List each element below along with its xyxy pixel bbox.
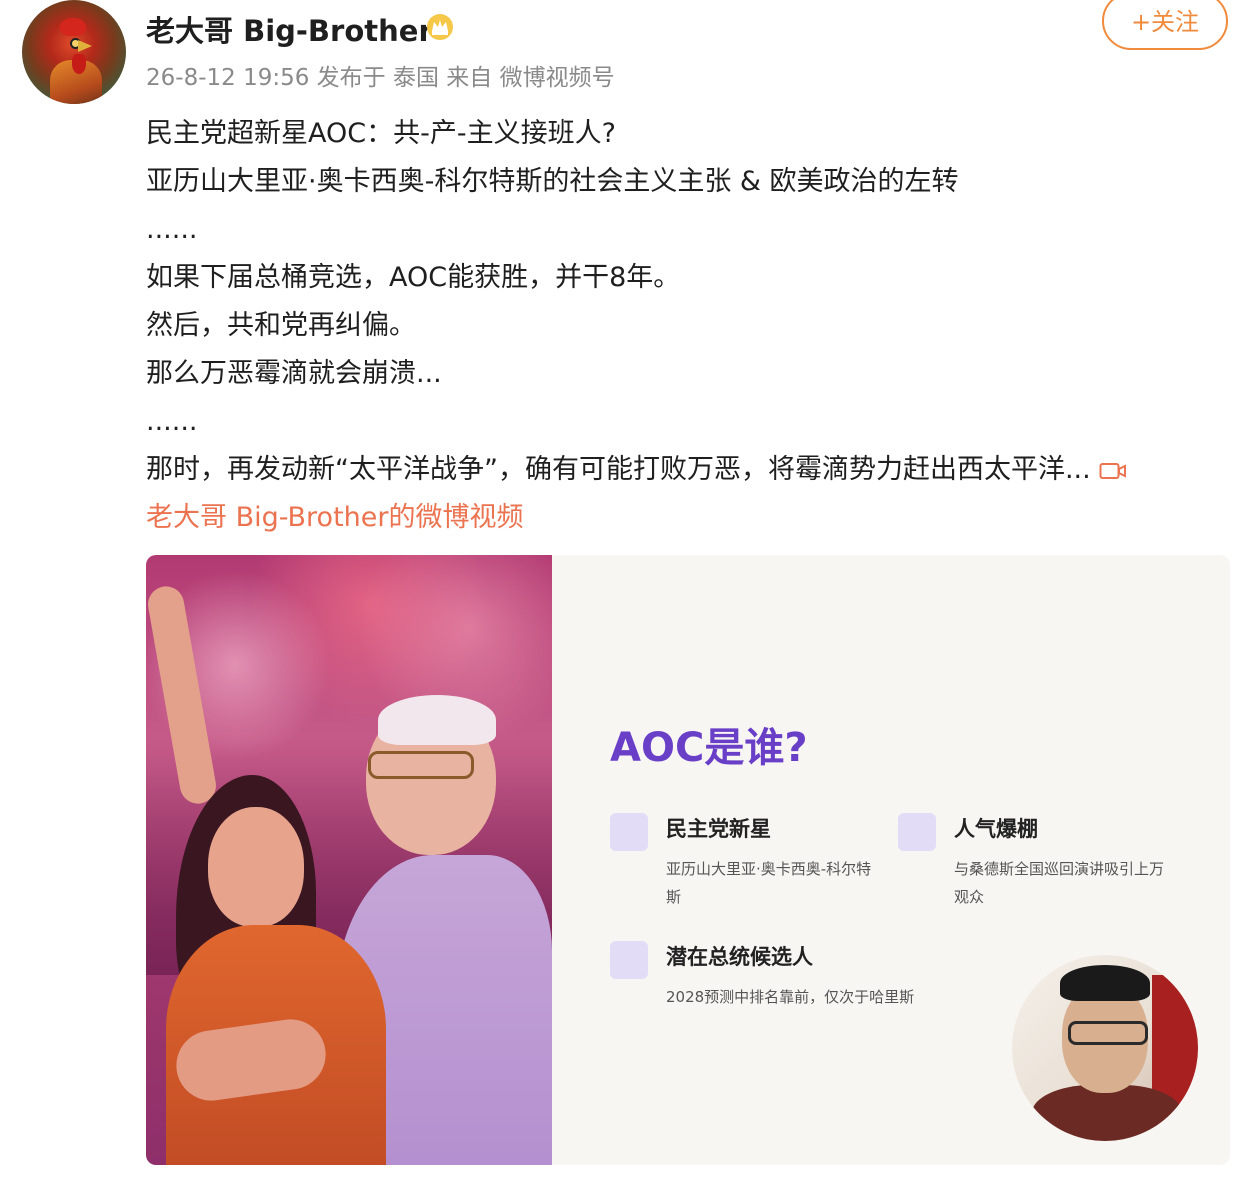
- video-player[interactable]: AOC是谁? 民主党新星 亚历山大里亚·奥卡西奥-科尔特斯 人气爆棚 与桑德斯全…: [146, 555, 1230, 1165]
- card-text: 亚历山大里亚·奥卡西奥-科尔特斯: [666, 860, 872, 906]
- post-line: ......: [146, 214, 198, 245]
- card-icon-box: [610, 813, 648, 851]
- card-heading: 民主党新星: [666, 817, 771, 841]
- woman-face: [208, 807, 304, 927]
- presenter-hair: [1060, 965, 1150, 1001]
- slide-photo: [146, 555, 552, 1165]
- video-source-link[interactable]: 老大哥 Big-Brother的微博视频: [146, 494, 1226, 542]
- rooster-wattle: [72, 54, 86, 74]
- presenter-webcam: [1012, 955, 1198, 1141]
- man-glasses: [368, 751, 474, 779]
- presenter-shirt: [1032, 1085, 1182, 1141]
- post-line-last: 那时，再发动新“太平洋战争”，确有可能打败万恶，将霉滴势力赶出西太平洋...: [146, 446, 1226, 494]
- slide-title: AOC是谁?: [610, 725, 808, 771]
- card-icon-box: [898, 813, 936, 851]
- post-line: ......: [146, 406, 198, 437]
- post-line: 民主党超新星AOC：共-产-主义接班人?: [146, 118, 616, 149]
- video-icon[interactable]: [1099, 461, 1127, 481]
- post-line: 然后，共和党再纠偏。: [146, 310, 416, 341]
- follow-button[interactable]: +关注: [1102, 0, 1228, 50]
- card-text: 与桑德斯全国巡回演讲吸引上万观众: [954, 860, 1165, 906]
- card-icon-box: [610, 941, 648, 979]
- post-line: 那么万恶霉滴就会崩溃...: [146, 358, 442, 389]
- post-line: 如果下届总桶竞选，AOC能获胜，并干8年。: [146, 262, 681, 293]
- card-heading: 潜在总统候选人: [666, 945, 813, 969]
- presenter-glasses: [1068, 1021, 1148, 1045]
- card-text: 2028预测中排名靠前，仅次于哈里斯: [666, 988, 915, 1006]
- post-line-last-text: 那时，再发动新“太平洋战争”，确有可能打败万恶，将霉滴势力赶出西太平洋...: [146, 454, 1091, 485]
- rooster-comb: [60, 18, 86, 36]
- post-content: 民主党超新星AOC：共-产-主义接班人? 亚历山大里亚·奥卡西奥-科尔特斯的社会…: [146, 110, 1226, 542]
- crown-badge-icon: [427, 14, 453, 40]
- card-heading: 人气爆棚: [954, 817, 1038, 841]
- post-line: 亚历山大里亚·奥卡西奥-科尔特斯的社会主义主张 & 欧美政治的左转: [146, 166, 959, 197]
- rooster-beak: [78, 40, 92, 52]
- post-meta: 26-8-12 19:56 发布于 泰国 来自 微博视频号: [146, 65, 615, 91]
- man-hair: [378, 695, 496, 745]
- author-avatar[interactable]: [22, 0, 126, 104]
- author-name[interactable]: 老大哥 Big-Brother: [146, 8, 433, 50]
